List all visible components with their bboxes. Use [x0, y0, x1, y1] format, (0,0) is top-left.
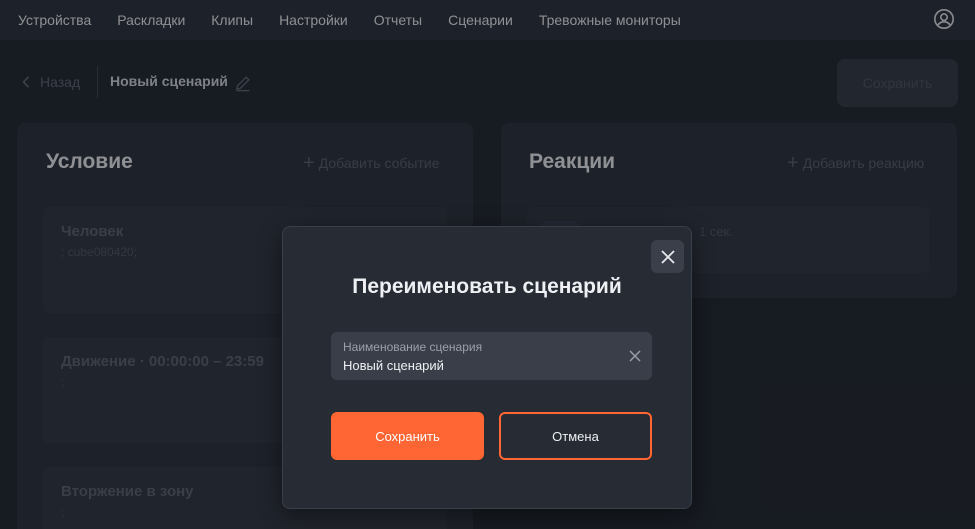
clear-icon[interactable]	[628, 349, 642, 363]
dialog-cancel-button[interactable]: Отмена	[499, 412, 652, 460]
dialog-save-button[interactable]: Сохранить	[331, 412, 484, 460]
close-button[interactable]	[651, 240, 684, 273]
scenario-name-field[interactable]: Наименование сценария	[331, 332, 652, 380]
close-icon	[660, 249, 675, 264]
dialog-title: Переименовать сценарий	[352, 275, 622, 298]
scenario-name-input[interactable]	[343, 358, 613, 373]
field-label: Наименование сценария	[343, 340, 483, 354]
rename-scenario-dialog: Переименовать сценарий Наименование сцен…	[282, 226, 692, 509]
